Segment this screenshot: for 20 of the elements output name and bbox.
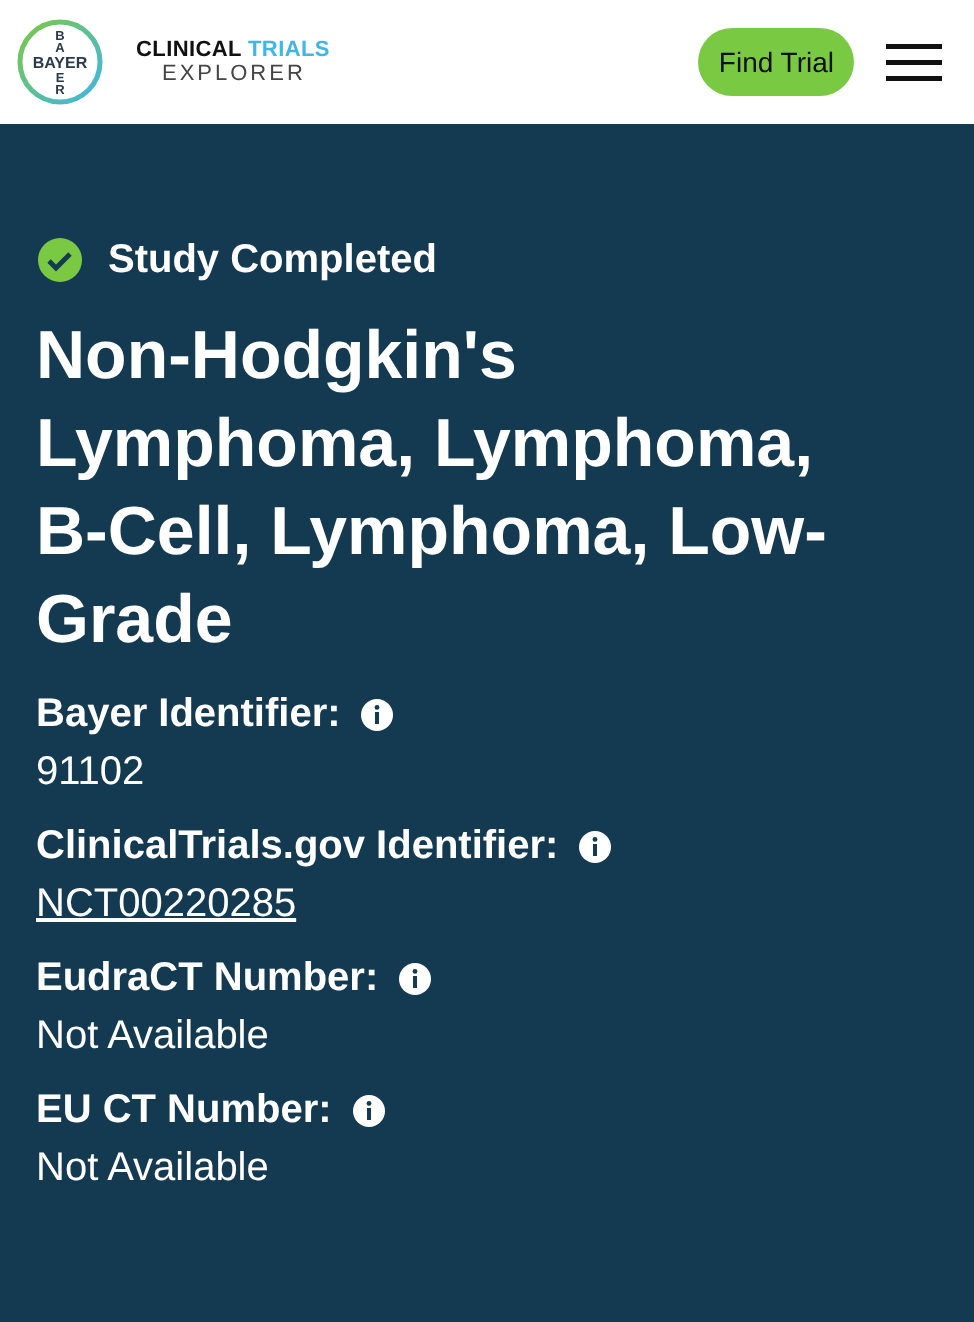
status-label: Study Completed (108, 237, 437, 283)
menu-icon[interactable] (886, 42, 942, 82)
field-label: ClinicalTrials.gov Identifier: (36, 824, 559, 870)
info-icon[interactable] (398, 962, 433, 996)
logo-ring-icon (17, 19, 103, 105)
study-title: Non-Hodgkin's Lymphoma, Lymphoma, B-Cell, Lymphoma, Low-Grade (36, 316, 829, 662)
field-value: Not Available (36, 1146, 269, 1192)
info-icon[interactable] (360, 698, 395, 732)
logo-text: BAYER (32, 54, 88, 72)
field-label: EU CT Number: (36, 1088, 332, 1134)
identifier-link[interactable]: NCT00220285 (36, 882, 297, 928)
field-label: Bayer Identifier: (36, 692, 341, 738)
field-value: Not Available (36, 1014, 269, 1060)
info-icon[interactable] (578, 830, 613, 864)
brand-name: CLINICAL TRIALS (136, 38, 332, 62)
field-label: EudraCT Number: (36, 956, 379, 1002)
find-trial-button[interactable]: Find Trial (698, 28, 854, 96)
info-icon[interactable] (351, 1094, 386, 1128)
field-value: 91102 (36, 750, 145, 796)
brand-subtitle: EXPLORER (162, 62, 308, 86)
